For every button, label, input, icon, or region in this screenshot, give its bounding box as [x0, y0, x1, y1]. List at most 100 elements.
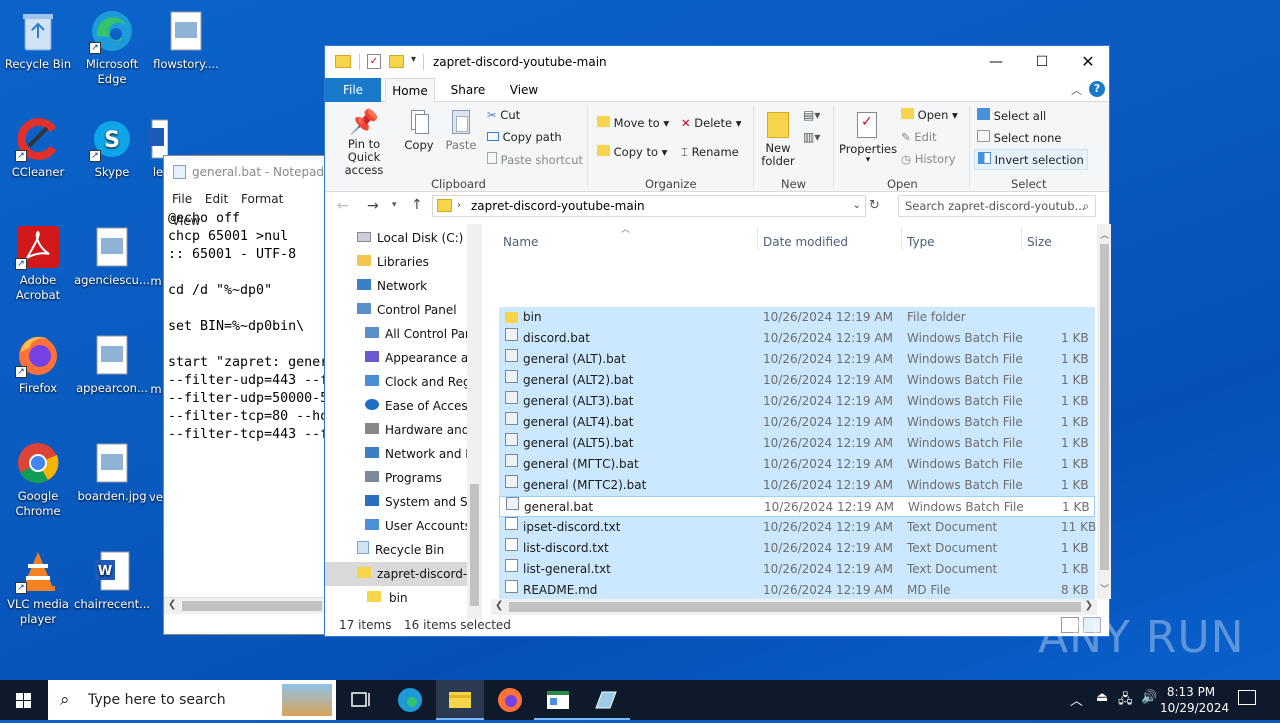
back-arrow-icon[interactable]: ← [337, 198, 349, 214]
explorer-titlebar[interactable]: ✓ ▾ zapret-discord-youtube-main — ☐ ✕ [325, 46, 1109, 78]
close-button[interactable]: ✕ [1065, 46, 1111, 78]
desktop-icon-agenciescu[interactable]: agenciescu... [74, 224, 150, 288]
open-button[interactable]: Open ▾ [901, 108, 958, 122]
tab-share[interactable]: Share [443, 78, 493, 102]
network-icon[interactable]: 🖧 [1118, 690, 1133, 712]
nav-item-libraries[interactable]: Libraries [357, 250, 429, 274]
start-button[interactable] [0, 680, 48, 720]
scroll-left-icon[interactable]: ❮ [495, 600, 503, 611]
desktop-icon-ccleaner[interactable]: ↗ CCleaner [0, 116, 76, 180]
taskbar-notepad[interactable] [582, 680, 630, 720]
forward-arrow-icon[interactable]: → [367, 198, 379, 214]
nav-item-hardware[interactable]: Hardware and [365, 418, 469, 442]
select-all-button[interactable]: Select all [977, 108, 1046, 123]
file-row[interactable]: README.md 10/26/2024 12:19 AM MD File 8 KB [499, 580, 1095, 599]
file-row[interactable]: discord.bat 10/26/2024 12:19 AM Windows Ba… [499, 328, 1095, 349]
scroll-down-icon[interactable]: ﹀ [1100, 582, 1109, 595]
taskbar-search-box[interactable]: ⌕ Type here to search [48, 680, 336, 720]
navigation-scrollbar[interactable] [467, 224, 482, 619]
notepad-titlebar[interactable]: general.bat - Notepad [164, 156, 332, 188]
nav-item-appearance[interactable]: Appearance an [365, 346, 476, 370]
file-row[interactable]: general (ALT5).bat 10/26/2024 12:19 AM Win… [499, 433, 1095, 454]
taskbar-edge[interactable] [386, 680, 434, 720]
nav-item-ease-of-access[interactable]: Ease of Access [365, 394, 474, 418]
file-row[interactable]: general.bat 10/26/2024 12:19 AM Windows Ba… [499, 496, 1095, 517]
tab-home[interactable]: Home [385, 78, 435, 102]
desktop-icon-partial-m2[interactable]: m [148, 382, 164, 397]
desktop-icon-chairrecent[interactable]: W chairrecent... [74, 548, 150, 612]
scrollbar-thumb[interactable] [1100, 244, 1109, 570]
notepad-text-area[interactable]: @echo off chcp 65001 >nul :: 65001 - UTF… [164, 210, 332, 600]
delete-button[interactable]: ✕ Delete ▾ [681, 116, 742, 130]
pin-to-quick-access-button[interactable]: 📌 Pin to Quick access [331, 108, 397, 177]
nav-item-all-control-panel[interactable]: All Control Par [365, 322, 470, 346]
tab-view[interactable]: View [499, 78, 549, 102]
properties-quick-icon[interactable]: ✓ [367, 54, 381, 69]
notepad-horizontal-scrollbar[interactable]: ❮ [164, 597, 334, 614]
address-bar[interactable]: › zapret-discord-youtube-main ⌄ [432, 195, 866, 217]
new-folder-button[interactable]: New folder [757, 108, 799, 168]
customize-quick-access-icon[interactable]: ▾ [411, 54, 416, 65]
column-type[interactable]: Type [907, 235, 935, 249]
taskbar-file-explorer[interactable] [436, 680, 484, 720]
rename-button[interactable]: ⌶ Rename [681, 145, 739, 160]
file-row[interactable]: general (ALT).bat 10/26/2024 12:19 AM Wind… [499, 349, 1095, 370]
notifications-icon[interactable] [1238, 690, 1256, 705]
nav-item-bin[interactable]: bin [367, 586, 408, 610]
new-item-button[interactable]: ▤▾ [803, 108, 820, 122]
paste-button[interactable]: Paste [443, 108, 479, 152]
nav-item-system-security[interactable]: System and Se [365, 490, 475, 514]
desktop-icon-chrome[interactable]: Google Chrome [0, 440, 76, 519]
nav-item-network-internet[interactable]: Network and Ir [365, 442, 474, 466]
copy-to-button[interactable]: Copy to ▾ [597, 145, 667, 159]
notepad-menu-edit[interactable]: Edit [205, 192, 228, 206]
edit-button[interactable]: ✎ Edit [901, 130, 937, 144]
file-list-vertical-scrollbar[interactable]: ︿ ﹀ [1097, 224, 1111, 599]
history-button[interactable]: ◷ History [901, 152, 956, 166]
notepad-menu-format[interactable]: Format [241, 192, 283, 206]
notepad-menu-file[interactable]: File [172, 192, 192, 206]
nav-item-control-panel[interactable]: Control Panel [357, 298, 457, 322]
file-list-horizontal-scrollbar[interactable]: ❮ ❯ [491, 599, 1097, 615]
nav-item-recycle-bin[interactable]: Recycle Bin [357, 538, 444, 562]
safely-remove-icon[interactable]: ⏏ [1096, 690, 1108, 705]
task-view-button[interactable] [336, 680, 384, 720]
desktop-icon-edge[interactable]: ↗ Microsoft Edge [74, 8, 150, 87]
file-explorer-window[interactable]: ✓ ▾ zapret-discord-youtube-main — ☐ ✕ Fi… [324, 45, 1111, 637]
column-date-modified[interactable]: Date modified [763, 235, 848, 249]
paste-shortcut-button[interactable]: Paste shortcut [487, 152, 583, 167]
up-arrow-icon[interactable]: ↑ [411, 197, 423, 213]
desktop-icon-boarden[interactable]: boarden.jpg [74, 440, 150, 504]
column-name[interactable]: Name [503, 235, 538, 249]
scroll-right-icon[interactable]: ❯ [1085, 600, 1093, 611]
file-row[interactable]: general (ALT2).bat 10/26/2024 12:19 AM Win… [499, 370, 1095, 391]
collapse-ribbon-icon[interactable]: ︿ [1071, 82, 1082, 98]
desktop-icon-appearcon[interactable]: appearcon... [74, 332, 150, 396]
notepad-window[interactable]: general.bat - Notepad File Edit Format V… [163, 155, 334, 635]
refresh-icon[interactable]: ↻ [869, 198, 880, 213]
properties-button[interactable]: ✓ Properties ▾ [839, 108, 897, 165]
column-size[interactable]: Size [1027, 235, 1052, 249]
desktop-icon-partial-ve[interactable]: ve [148, 490, 164, 505]
scrollbar-thumb[interactable] [509, 602, 1081, 612]
help-icon[interactable]: ? [1089, 81, 1105, 97]
nav-item-network[interactable]: Network [357, 274, 427, 298]
move-to-button[interactable]: Move to ▾ [597, 116, 669, 130]
scrollbar-thumb[interactable] [182, 601, 322, 611]
file-row[interactable]: bin 10/26/2024 12:19 AM File folder [499, 307, 1095, 328]
volume-icon[interactable]: 🔊 [1141, 690, 1157, 705]
desktop-icon-vlc[interactable]: ↗ VLC media player [0, 548, 76, 627]
file-row[interactable]: list-general.txt 10/26/2024 12:19 AM Text … [499, 559, 1095, 580]
desktop-icon-partial-m1[interactable]: m [148, 274, 164, 289]
breadcrumb-chevron-icon[interactable]: › [457, 196, 461, 216]
easy-access-button[interactable]: ▥▾ [803, 130, 820, 144]
scroll-up-icon[interactable]: ︿ [1100, 228, 1109, 241]
desktop-icon-firefox[interactable]: ↗ Firefox [0, 332, 76, 396]
nav-item-user-accounts[interactable]: User Accounts [365, 514, 471, 538]
copy-button[interactable]: Copy [401, 108, 437, 152]
tab-file[interactable]: File [325, 78, 381, 102]
desktop-icon-acrobat[interactable]: ↗ Adobe Acrobat [0, 224, 76, 303]
taskbar-firefox[interactable] [486, 680, 534, 720]
file-row[interactable]: general (ALT4).bat 10/26/2024 12:19 AM Win… [499, 412, 1095, 433]
file-row[interactable]: general (МГТС2).bat 10/26/2024 12:19 AM Wi… [499, 475, 1095, 496]
